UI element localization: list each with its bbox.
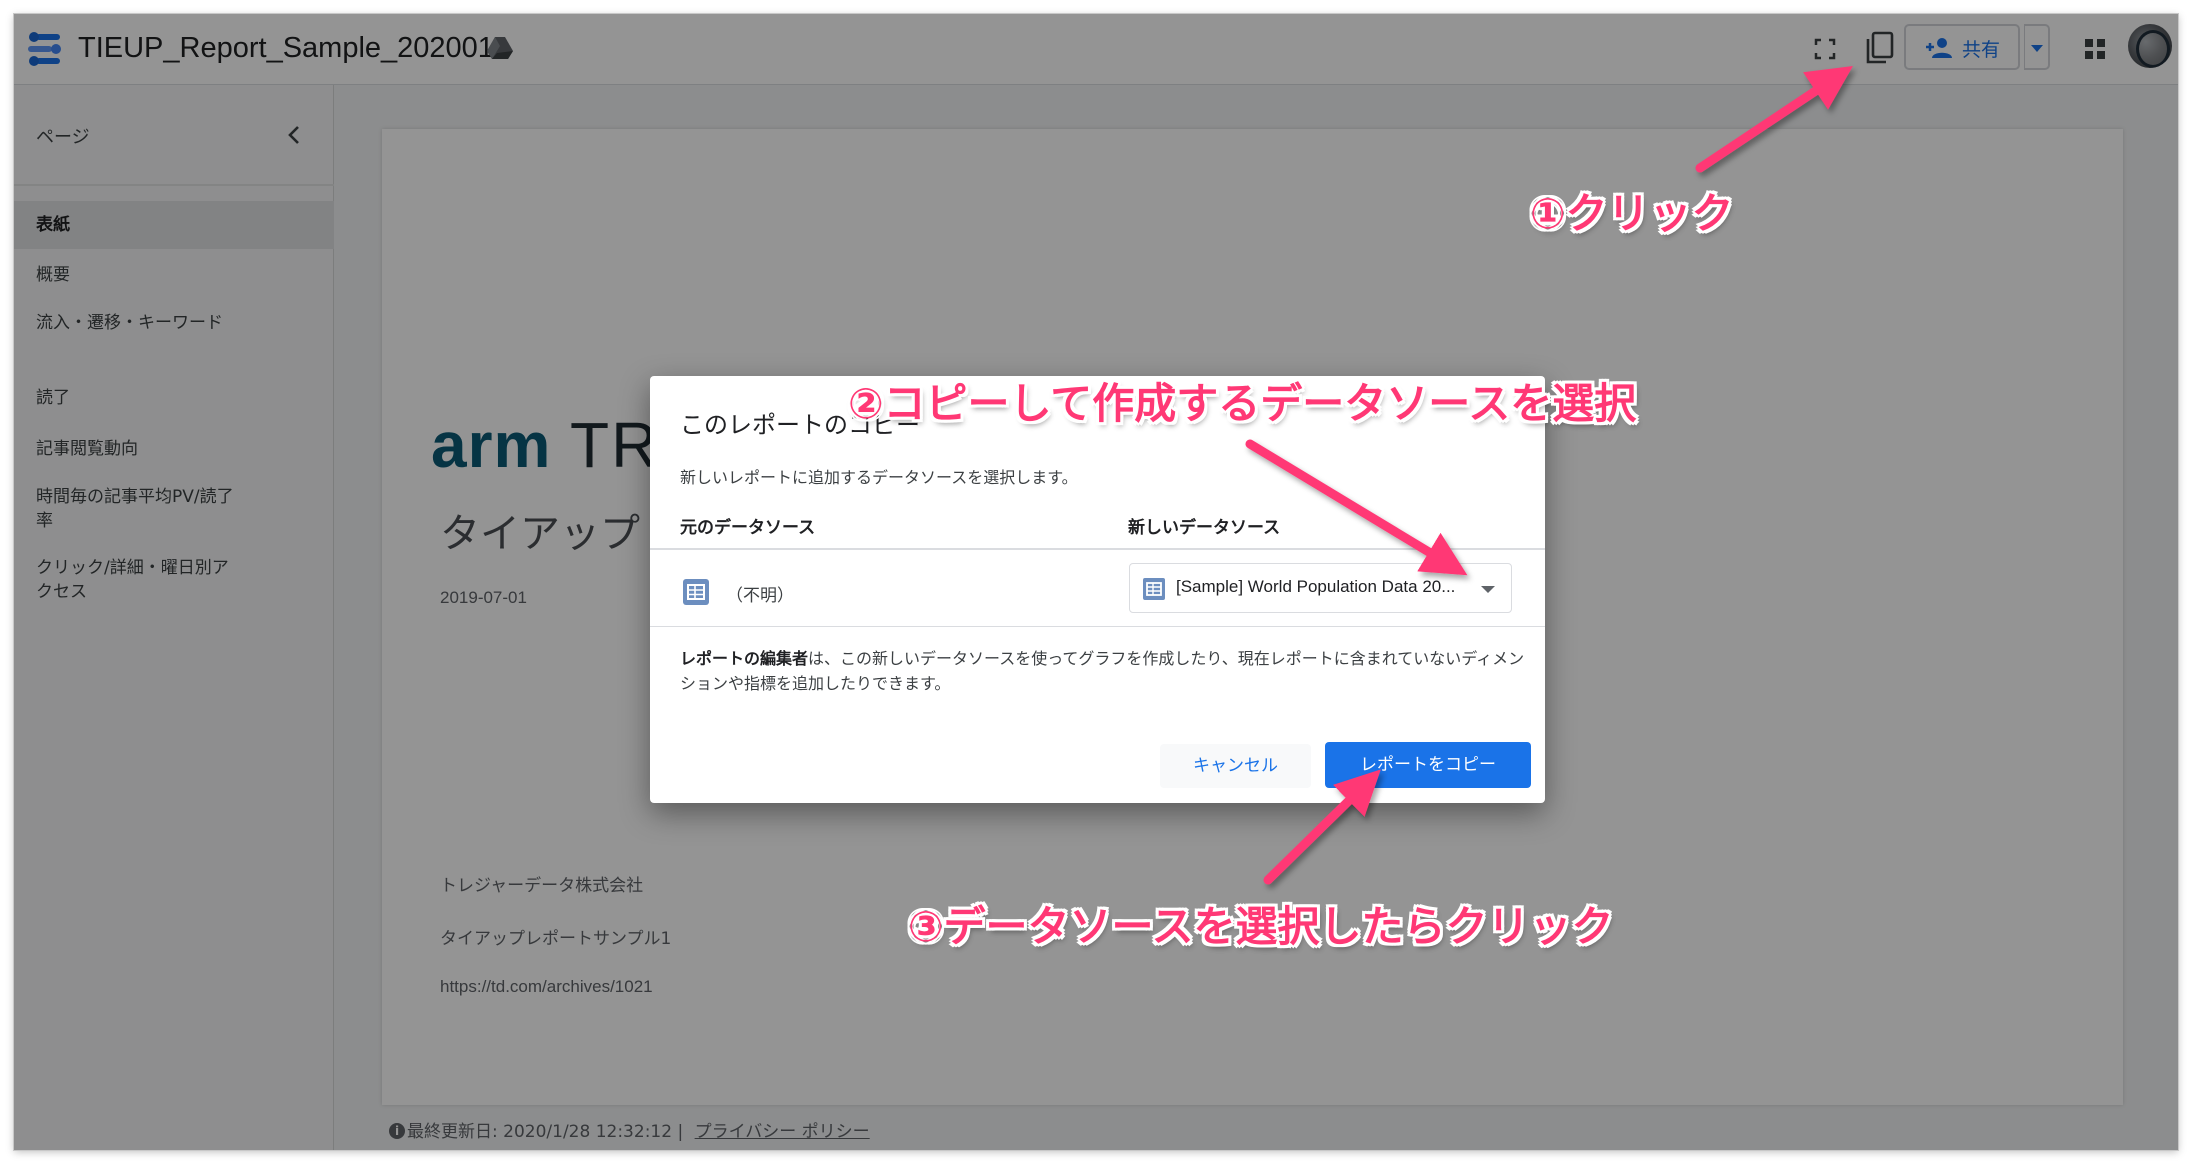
annotation-step3: ③データソースを選択したらクリック	[908, 902, 1614, 951]
cancel-button[interactable]: キャンセル	[1160, 744, 1311, 788]
new-source-header: 新しいデータソース	[1128, 518, 1281, 538]
table-icon	[1143, 578, 1165, 600]
dialog-description: 新しいレポートに追加するデータソースを選択します。	[680, 468, 1078, 487]
new-source-value: [Sample] World Population Data 20...	[1176, 577, 1456, 596]
table-icon	[683, 579, 709, 605]
original-source-header: 元のデータソース	[680, 518, 816, 538]
dropdown-arrow-icon	[1481, 586, 1495, 593]
dialog-note: レポートの編集者は、この新しいデータソースを使ってグラフを作成したり、現在レポー…	[680, 646, 1530, 696]
original-source-name: （不明）	[726, 586, 794, 606]
app-window: TIEUP_Report_Sample_202001 共有 ページ 表紙 概要 …	[14, 14, 2178, 1150]
annotation-step2: ②コピーして作成するデータソースを選択	[848, 379, 1637, 428]
annotation-step1: ①クリック	[1530, 189, 1734, 238]
new-source-select[interactable]: [Sample] World Population Data 20...	[1129, 563, 1512, 613]
note-bold: レポートの編集者	[680, 649, 809, 668]
copy-report-dialog: このレポートのコピー 新しいレポートに追加するデータソースを選択します。 元のデ…	[650, 376, 1545, 803]
divider	[650, 548, 1545, 550]
divider	[650, 626, 1545, 627]
copy-report-button[interactable]: レポートをコピー	[1325, 742, 1531, 788]
